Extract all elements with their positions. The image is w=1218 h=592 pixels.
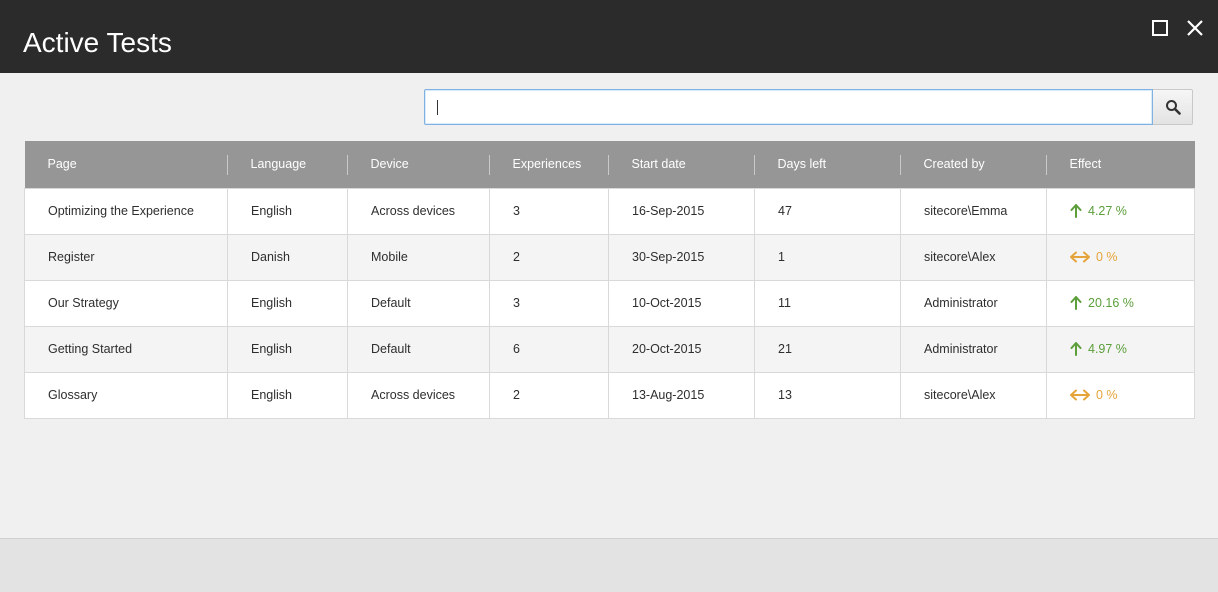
cell-page: Our Strategy [24,279,228,327]
cell-experiences: 2 [489,233,609,281]
effect-indicator: 4.97 % [1070,342,1194,356]
cell-days-left: 1 [754,233,901,281]
cell-start-date: 10-Oct-2015 [608,279,755,327]
column-header-label: Device [370,157,409,172]
table-body: Optimizing the Experience English Across d… [24,187,1195,419]
column-header-page[interactable]: Page [25,141,228,188]
cell-start-date: 30-Sep-2015 [608,233,755,281]
cell-created-by: sitecore\Emma [900,187,1047,235]
table-row[interactable]: Getting Started English Default 6 20-Oct-201… [24,325,1195,373]
cell-start-date: 13-Aug-2015 [608,371,755,419]
cell-page: Getting Started [24,325,228,373]
cell-days-left: 11 [754,279,901,327]
maximize-icon [1152,20,1168,36]
cell-experiences: 3 [489,279,609,327]
cell-start-date: 20-Oct-2015 [608,325,755,373]
cell-effect: 4.97 % [1046,325,1195,373]
cell-experiences: 6 [489,325,609,373]
table-row[interactable]: Register Danish Mobile 2 30-Sep-2015 1 sitecor… [24,233,1195,281]
column-header-label: Page [47,157,77,172]
column-header-device[interactable]: Device [348,141,490,188]
effect-value: 4.97 % [1088,342,1127,356]
column-header-effect[interactable]: Effect [1047,141,1195,188]
cell-created-by: Administrator [900,279,1047,327]
cell-experiences: 2 [489,371,609,419]
cell-effect: 0 % [1046,233,1195,281]
title-bar: Active Tests [0,0,1218,73]
column-header-label: Language [250,157,307,172]
column-header-label: Effect [1069,157,1102,172]
effect-value: 0 % [1096,250,1118,264]
cell-language: English [227,279,348,327]
column-header-start-date[interactable]: Start date [609,141,755,188]
search-icon [1165,100,1181,115]
arrows-horizontal-icon [1070,251,1090,263]
arrows-horizontal-icon [1070,389,1090,401]
close-button[interactable] [1183,16,1207,40]
column-header-days-left[interactable]: Days left [755,141,901,188]
active-tests-table: Page Language Device Experiences Start date D… [24,141,1195,419]
cell-device: Default [347,279,490,327]
arrow-up-icon [1070,296,1082,310]
effect-indicator: 20.16 % [1070,296,1194,310]
cell-language: English [227,371,348,419]
search-button[interactable] [1153,89,1193,125]
column-header-language[interactable]: Language [228,141,348,188]
table-row[interactable]: Our Strategy English Default 3 10-Oct-2015 11… [24,279,1195,327]
search-field[interactable] [424,89,1153,125]
cell-device: Mobile [347,233,490,281]
cell-device: Across devices [347,187,490,235]
cell-language: English [227,187,348,235]
column-header-experiences[interactable]: Experiences [490,141,609,188]
cell-effect: 0 % [1046,371,1195,419]
cell-effect: 20.16 % [1046,279,1195,327]
cell-language: Danish [227,233,348,281]
column-header-label: Experiences [512,157,582,172]
cell-experiences: 3 [489,187,609,235]
text-cursor [437,100,438,115]
cell-created-by: sitecore\Alex [900,233,1047,281]
cell-device: Across devices [347,371,490,419]
cell-days-left: 47 [754,187,901,235]
cell-page: Register [24,233,228,281]
column-header-created-by[interactable]: Created by [901,141,1047,188]
cell-created-by: sitecore\Alex [900,371,1047,419]
arrow-up-icon [1070,204,1082,218]
effect-value: 20.16 % [1088,296,1134,310]
effect-indicator: 0 % [1070,388,1194,402]
cell-page: Optimizing the Experience [24,187,228,235]
arrow-up-icon [1070,342,1082,356]
cell-page: Glossary [24,371,228,419]
table-header-row: Page Language Device Experiences Start date D… [24,141,1195,188]
cell-start-date: 16-Sep-2015 [608,187,755,235]
cell-effect: 4.27 % [1046,187,1195,235]
effect-indicator: 4.27 % [1070,204,1194,218]
effect-value: 4.27 % [1088,204,1127,218]
dialog-footer [0,538,1218,592]
table-row[interactable]: Glossary English Across devices 2 13-Aug-201… [24,371,1195,419]
cell-device: Default [347,325,490,373]
cell-language: English [227,325,348,373]
column-header-label: Start date [631,157,686,172]
search-input[interactable] [425,90,1125,124]
table-row[interactable]: Optimizing the Experience English Across d… [24,187,1195,235]
cell-days-left: 21 [754,325,901,373]
dialog-title: Active Tests [23,27,172,58]
cell-created-by: Administrator [900,325,1047,373]
close-icon [1187,20,1203,36]
effect-value: 0 % [1096,388,1118,402]
column-header-label: Days left [777,157,827,172]
cell-days-left: 13 [754,371,901,419]
maximize-button[interactable] [1148,16,1172,40]
effect-indicator: 0 % [1070,250,1194,264]
column-header-label: Created by [923,157,985,172]
